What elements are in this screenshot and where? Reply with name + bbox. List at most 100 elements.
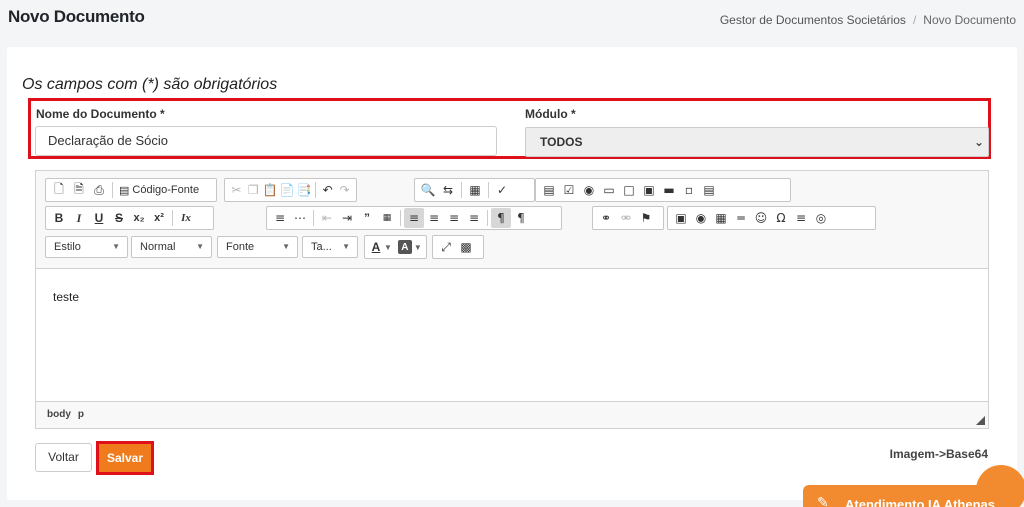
breadcrumb-parent-link[interactable]: Gestor de Documentos Societários — [720, 13, 906, 27]
outdent-icon[interactable]: ⇤ — [317, 208, 337, 228]
radio-icon[interactable]: ◉ — [579, 180, 599, 200]
blockquote-icon[interactable]: ” — [357, 208, 377, 228]
toolbar-separator — [172, 210, 173, 226]
underline-button[interactable]: U — [89, 208, 109, 228]
horizontal-line-icon[interactable]: ═ — [731, 208, 751, 228]
select-field-icon[interactable]: ▣ — [639, 180, 659, 200]
style-combo-label: Estilo — [54, 241, 81, 253]
print-icon[interactable]: ⎙ — [89, 180, 109, 200]
toolbar-group-find: 🔍 ⇆ ▦ ✓ — [414, 178, 535, 202]
salvar-button[interactable]: Salvar — [99, 444, 151, 472]
paste-text-icon[interactable]: 📄 — [279, 180, 296, 200]
toolbar-group-clipboard: ✂ ❐ 📋 📄 📑 ↶ ↷ — [224, 178, 357, 202]
anchor-flag-icon[interactable]: ⚑ — [636, 208, 656, 228]
path-p[interactable]: p — [78, 409, 84, 420]
element-path: body p — [47, 409, 91, 420]
format-combo[interactable]: Normal ▼ — [131, 236, 212, 258]
bold-button[interactable]: B — [49, 208, 69, 228]
paste-icon[interactable]: 📋 — [262, 180, 279, 200]
style-combo[interactable]: Estilo ▼ — [45, 236, 128, 258]
toolbar-group-insert: ▣ ◉ ▦ ═ ☺ Ω ≡ ◎ — [667, 206, 876, 230]
superscript-button[interactable]: x² — [149, 208, 169, 228]
iframe-globe-icon[interactable]: ◎ — [811, 208, 831, 228]
nome-documento-input[interactable]: Declaração de Sócio — [35, 126, 497, 156]
toolbar-group-forms: ▤ ☑ ◉ ▭ □ ▣ ▬ ▫ ▤ — [535, 178, 791, 202]
required-fields-note: Os campos com (*) são obrigatórios — [22, 76, 278, 93]
toolbar-group-document: 🗋 🗎 ⎙ ▤ Código-Fonte — [45, 178, 217, 202]
new-page-icon[interactable]: 🗋 — [49, 180, 69, 200]
editor-statusbar: body p — [36, 401, 988, 428]
special-char-icon[interactable]: Ω — [771, 208, 791, 228]
textfield-icon[interactable]: ▭ — [599, 180, 619, 200]
preview-icon[interactable]: 🗎 — [69, 180, 89, 200]
align-justify-icon[interactable]: ≡ — [464, 208, 484, 228]
modulo-select[interactable]: TODOS ⌄ — [525, 127, 989, 157]
cut-icon[interactable]: ✂ — [228, 180, 245, 200]
indent-icon[interactable]: ⇥ — [337, 208, 357, 228]
align-right-icon[interactable]: ≡ — [444, 208, 464, 228]
strike-button[interactable]: S — [109, 208, 129, 228]
modulo-selected-value: TODOS — [540, 135, 583, 149]
ltr-direction-icon[interactable]: ¶ — [491, 208, 511, 228]
select-all-icon[interactable]: ▦ — [465, 180, 485, 200]
resize-handle-icon[interactable] — [976, 416, 985, 425]
size-combo[interactable]: Ta... ▼ — [302, 236, 358, 258]
source-button[interactable]: ▤ Código-Fonte — [116, 184, 202, 197]
textarea-icon[interactable]: □ — [619, 180, 639, 200]
show-blocks-icon[interactable]: ▩ — [456, 237, 476, 257]
button-field-icon[interactable]: ▬ — [659, 180, 679, 200]
toolbar-group-links: ⚭ ⚮ ⚑ — [592, 206, 664, 230]
copy-icon[interactable]: ❐ — [245, 180, 262, 200]
chevron-down-icon: ▼ — [413, 242, 422, 252]
redo-icon[interactable]: ↷ — [336, 180, 353, 200]
find-icon[interactable]: 🔍 — [418, 180, 438, 200]
page-break-icon[interactable]: ≡ — [791, 208, 811, 228]
checkbox-icon[interactable]: ☑ — [559, 180, 579, 200]
chat-widget-bar[interactable]: ✎ Atendimento IA Athenas — [803, 485, 1016, 507]
toolbar-separator — [488, 182, 489, 198]
italic-button[interactable]: I — [69, 208, 89, 228]
text-color-button[interactable]: A — [368, 237, 384, 257]
chevron-down-icon: ▼ — [196, 242, 204, 251]
breadcrumb-current: Novo Documento — [923, 13, 1016, 27]
toolbar-group-paragraph: ≡ ⋯ ⇤ ⇥ ” ▦ ≡ ≡ ≡ ≡ ¶ ¶ — [266, 206, 562, 230]
path-body[interactable]: body — [47, 409, 71, 420]
rtl-direction-icon[interactable]: ¶ — [511, 208, 531, 228]
chevron-down-icon: ▼ — [342, 242, 350, 251]
replace-icon[interactable]: ⇆ — [438, 180, 458, 200]
font-combo-label: Fonte — [226, 241, 255, 253]
unlink-icon[interactable]: ⚮ — [616, 208, 636, 228]
table-icon[interactable]: ▦ — [711, 208, 731, 228]
size-combo-label: Ta... — [311, 241, 332, 253]
source-button-label: Código-Fonte — [132, 184, 200, 196]
toolbar-group-colors: A ▼ A ▼ — [364, 235, 427, 259]
editor-content-area[interactable]: teste — [36, 270, 988, 403]
image-base64-link[interactable]: Imagem->Base64 — [890, 447, 988, 461]
chevron-down-icon: ⌄ — [973, 135, 984, 149]
chevron-down-icon: ▼ — [112, 242, 120, 251]
paste-word-icon[interactable]: 📑 — [296, 180, 313, 200]
form-icon[interactable]: ▤ — [539, 180, 559, 200]
font-combo[interactable]: Fonte ▼ — [217, 236, 298, 258]
div-container-icon[interactable]: ▦ — [377, 208, 397, 228]
spellcheck-icon[interactable]: ✓ — [492, 180, 512, 200]
maximize-icon[interactable]: ⤢ — [436, 237, 456, 257]
flash-icon[interactable]: ◉ — [691, 208, 711, 228]
align-center-icon[interactable]: ≡ — [424, 208, 444, 228]
toolbar-separator — [400, 210, 401, 226]
numbered-list-icon[interactable]: ≡ — [270, 208, 290, 228]
bulleted-list-icon[interactable]: ⋯ — [290, 208, 310, 228]
background-color-button[interactable]: A — [397, 240, 412, 254]
chat-icon: ✎ — [817, 494, 829, 507]
hidden-field-icon[interactable]: ▤ — [699, 180, 719, 200]
remove-format-button[interactable]: Ix — [176, 208, 196, 228]
smiley-icon[interactable]: ☺ — [751, 208, 771, 228]
image-button-icon[interactable]: ▫ — [679, 180, 699, 200]
breadcrumb-separator: / — [912, 13, 917, 27]
subscript-button[interactable]: x₂ — [129, 208, 149, 228]
voltar-button[interactable]: Voltar — [35, 443, 92, 472]
image-icon[interactable]: ▣ — [671, 208, 691, 228]
undo-icon[interactable]: ↶ — [319, 180, 336, 200]
align-left-icon[interactable]: ≡ — [404, 208, 424, 228]
link-icon[interactable]: ⚭ — [596, 208, 616, 228]
